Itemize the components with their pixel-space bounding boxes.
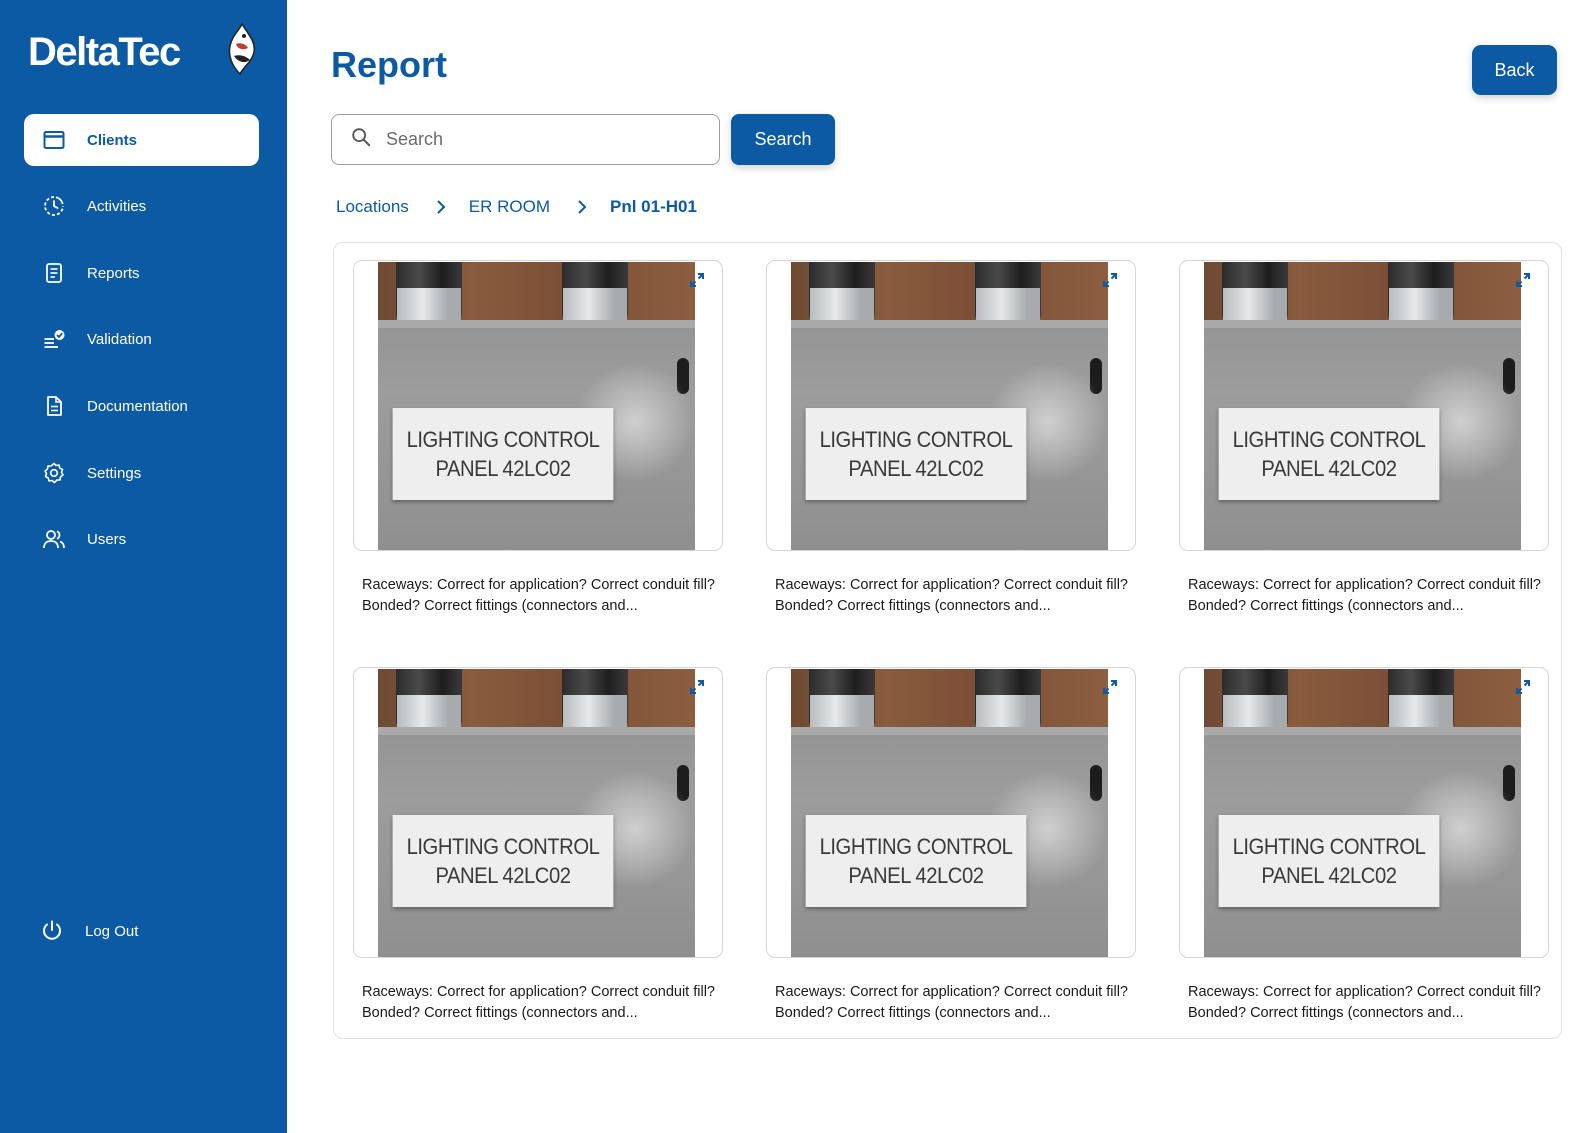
photo-thumbnail[interactable]: LIGHTING CONTROL PANEL 42LC02 [1179, 260, 1549, 551]
photo-card[interactable]: LIGHTING CONTROL PANEL 42LC02 Raceways: C… [766, 667, 1136, 1024]
validation-check-icon [41, 326, 67, 352]
search-icon [350, 126, 372, 153]
breadcrumb-current: Pnl 01-H01 [610, 197, 697, 216]
photo-card[interactable]: LIGHTING CONTROL PANEL 42LC02 Raceways: C… [353, 667, 723, 1024]
search-box[interactable] [331, 114, 720, 165]
photo-caption: Raceways: Correct for application? Corre… [775, 984, 1128, 1021]
breadcrumb-locations[interactable]: Locations [336, 197, 409, 217]
brand-name: DeltaTec [28, 30, 181, 74]
document-icon [41, 393, 67, 419]
panel-label-plate: LIGHTING CONTROL PANEL 42LC02 [392, 815, 614, 907]
photo-caption: Raceways: Correct for application? Corre… [362, 984, 715, 1021]
panel-label-plate: LIGHTING CONTROL PANEL 42LC02 [805, 408, 1027, 500]
report-document-icon [41, 260, 67, 286]
photo-thumbnail[interactable]: LIGHTING CONTROL PANEL 42LC02 [353, 260, 723, 551]
photo-card[interactable]: LIGHTING CONTROL PANEL 42LC02 Raceways: C… [1179, 260, 1549, 617]
expand-icon[interactable] [688, 271, 706, 289]
sidebar-item-documentation[interactable]: Documentation [24, 380, 259, 432]
photo-thumbnail[interactable]: LIGHTING CONTROL PANEL 42LC02 [1179, 667, 1549, 958]
sidebar-item-settings[interactable]: Settings [24, 447, 259, 499]
expand-icon[interactable] [1514, 271, 1532, 289]
photo-thumbnail[interactable]: LIGHTING CONTROL PANEL 42LC02 [766, 667, 1136, 958]
sidebar-item-label: Documentation [87, 397, 188, 415]
sidebar-item-label: Settings [87, 464, 142, 482]
breadcrumb-er-room[interactable]: ER ROOM [469, 197, 550, 217]
panel-photo: LIGHTING CONTROL PANEL 42LC02 [1204, 262, 1521, 550]
sidebar-item-label: Reports [87, 264, 140, 282]
power-icon [39, 918, 65, 944]
photo-thumbnail[interactable]: LIGHTING CONTROL PANEL 42LC02 [766, 260, 1136, 551]
search-button[interactable]: Search [731, 114, 835, 165]
panel-photo: LIGHTING CONTROL PANEL 42LC02 [791, 262, 1108, 550]
panel-label-plate: LIGHTING CONTROL PANEL 42LC02 [805, 815, 1027, 907]
sidebar-item-label: Activities [87, 197, 147, 215]
sidebar-item-users[interactable]: Users [24, 513, 259, 565]
search-input[interactable] [384, 128, 708, 151]
brand-logo-icon [222, 22, 262, 78]
logout-button[interactable]: Log Out [24, 905, 259, 957]
photo-caption: Raceways: Correct for application? Corre… [775, 577, 1128, 614]
expand-icon[interactable] [1514, 678, 1532, 696]
photo-card[interactable]: LIGHTING CONTROL PANEL 42LC02 Raceways: C… [353, 260, 723, 617]
panel-photo: LIGHTING CONTROL PANEL 42LC02 [791, 669, 1108, 957]
photo-thumbnail[interactable]: LIGHTING CONTROL PANEL 42LC02 [353, 667, 723, 958]
chevron-right-icon [574, 199, 590, 215]
activity-icon [41, 193, 67, 219]
sidebar-item-validation[interactable]: Validation [24, 313, 259, 365]
panel-label-plate: LIGHTING CONTROL PANEL 42LC02 [392, 408, 614, 500]
back-button[interactable]: Back [1472, 45, 1557, 95]
sidebar-item-activities[interactable]: Activities [24, 180, 259, 232]
photo-caption: Raceways: Correct for application? Corre… [1188, 984, 1541, 1021]
expand-icon[interactable] [1101, 271, 1119, 289]
panel-photo: LIGHTING CONTROL PANEL 42LC02 [378, 669, 695, 957]
panel-photo: LIGHTING CONTROL PANEL 42LC02 [378, 262, 695, 550]
photo-gallery: LIGHTING CONTROL PANEL 42LC02 Raceways: C… [333, 242, 1562, 1039]
photo-caption: Raceways: Correct for application? Corre… [1188, 577, 1541, 614]
sidebar-item-reports[interactable]: Reports [24, 247, 259, 299]
expand-icon[interactable] [1101, 678, 1119, 696]
sidebar-item-clients[interactable]: Clients [24, 114, 259, 166]
photo-card[interactable]: LIGHTING CONTROL PANEL 42LC02 Raceways: C… [1179, 667, 1549, 1024]
sidebar-item-label: Users [87, 530, 127, 548]
breadcrumb: Locations ER ROOM Pnl 01-H01 [336, 194, 697, 220]
photo-caption: Raceways: Correct for application? Corre… [362, 577, 715, 614]
expand-icon[interactable] [688, 678, 706, 696]
photo-card[interactable]: LIGHTING CONTROL PANEL 42LC02 Raceways: C… [766, 260, 1136, 617]
window-icon [41, 127, 67, 153]
sidebar-item-label: Clients [87, 131, 138, 149]
sidebar-item-label: Validation [87, 330, 152, 348]
sidebar: DeltaTec Clients Activities Reports Vali… [0, 0, 287, 1133]
panel-label-plate: LIGHTING CONTROL PANEL 42LC02 [1218, 408, 1440, 500]
logout-label: Log Out [85, 922, 139, 940]
panel-label-plate: LIGHTING CONTROL PANEL 42LC02 [1218, 815, 1440, 907]
chevron-right-icon [433, 199, 449, 215]
users-icon [41, 526, 67, 552]
gear-icon [41, 460, 67, 486]
panel-photo: LIGHTING CONTROL PANEL 42LC02 [1204, 669, 1521, 957]
page-title: Report [331, 44, 447, 85]
